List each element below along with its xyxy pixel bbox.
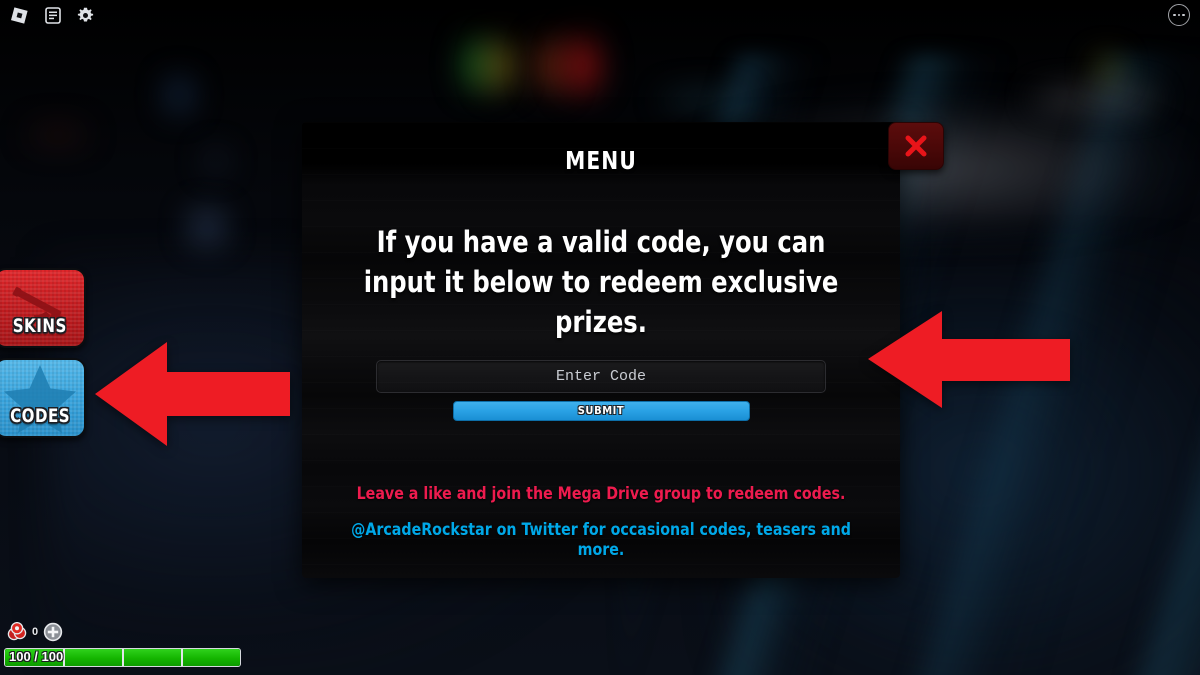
player-hud: 0 100 / 100	[0, 622, 260, 675]
close-button[interactable]	[888, 122, 944, 170]
side-menu-buttons: SKINS CODES	[0, 268, 86, 438]
currency-count: 0	[32, 626, 39, 638]
sidebar-item-skins[interactable]: SKINS	[0, 268, 86, 348]
health-bar: 100 / 100	[4, 648, 241, 667]
dot	[1177, 13, 1181, 17]
sidebar-item-label: CODES	[9, 405, 71, 427]
codes-menu-modal: MENU If you have a valid code, you can i…	[302, 122, 944, 578]
health-value: 100 / 100	[9, 649, 64, 664]
chips-icon	[7, 622, 27, 641]
dot	[1173, 13, 1176, 17]
sidebar-item-label: SKINS	[12, 315, 68, 337]
footer-group-note: Leave a like and join the Mega Drive gro…	[356, 484, 846, 504]
add-currency-button[interactable]	[43, 622, 63, 642]
code-input[interactable]	[376, 360, 826, 393]
chat-icon[interactable]	[43, 6, 62, 25]
currency-display: 0	[4, 622, 260, 642]
game-screen: SKINS CODES 0 100 / 100 MENU If you have…	[0, 0, 1200, 675]
modal-body: If you have a valid code, you can input …	[302, 222, 900, 421]
modal-title: MENU	[565, 146, 637, 175]
roblox-topbar	[0, 0, 105, 31]
dot	[1182, 13, 1185, 17]
roblox-logo-icon[interactable]	[10, 6, 29, 25]
modal-footer: Leave a like and join the Mega Drive gro…	[302, 484, 900, 560]
gear-icon[interactable]	[76, 6, 95, 25]
more-options-button[interactable]	[1168, 4, 1190, 26]
sidebar-item-codes[interactable]: CODES	[0, 358, 86, 438]
submit-button[interactable]: SUBMIT	[452, 401, 750, 421]
footer-twitter-note[interactable]: @ArcadeRockstar on Twitter for occasiona…	[345, 520, 857, 560]
modal-description: If you have a valid code, you can input …	[363, 225, 839, 339]
close-icon	[905, 135, 927, 157]
